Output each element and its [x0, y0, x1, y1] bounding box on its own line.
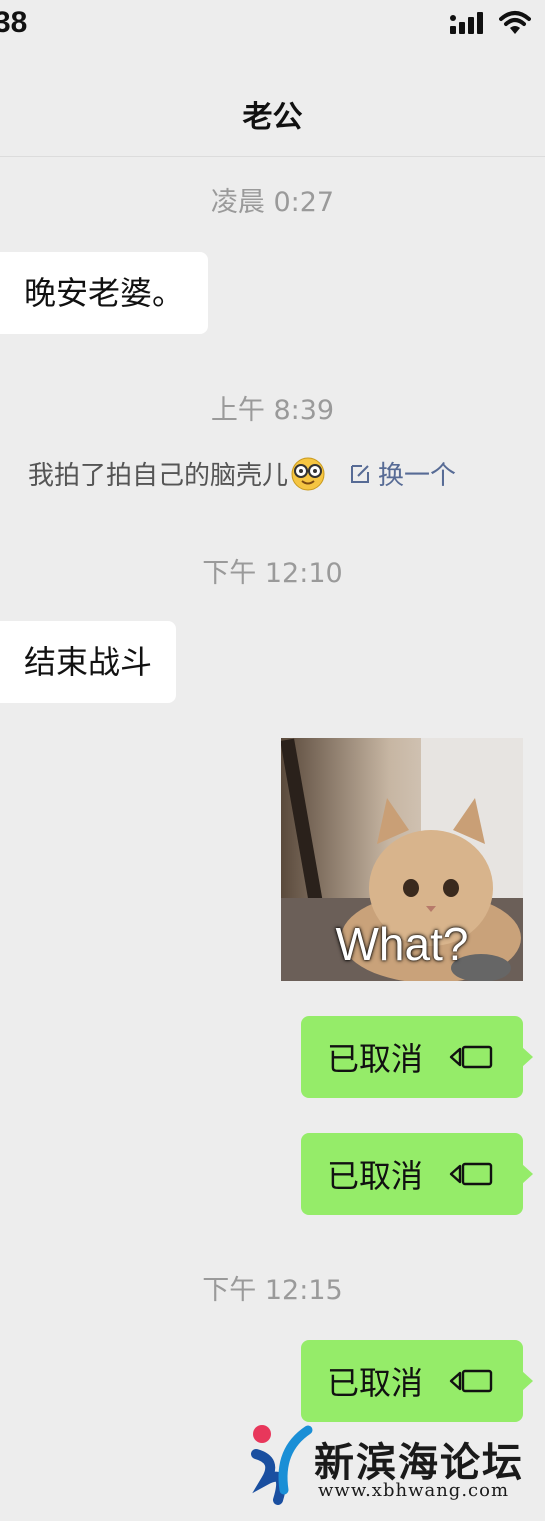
status-bar: 38 — [0, 0, 545, 56]
wifi-icon — [499, 11, 531, 34]
system-pat-text: 我拍了拍自己的脑壳儿 — [28, 461, 289, 491]
timestamp: 凌晨 0:27 — [210, 187, 335, 218]
signal-icon — [450, 12, 483, 34]
timestamp: 下午 12:10 — [202, 558, 343, 589]
chat-header: 老公 — [0, 56, 545, 157]
call-status-label: 已取消 — [327, 1364, 424, 1402]
edit-icon — [351, 464, 370, 483]
status-time: 38 — [0, 6, 28, 39]
nerd-face-emoji-icon — [291, 457, 325, 490]
cat-sticker[interactable]: What? — [281, 738, 523, 981]
system-pat-message: 我拍了拍自己的脑壳儿 换一个 — [28, 455, 456, 492]
call-status-label: 已取消 — [327, 1157, 424, 1195]
site-watermark: 新滨海论坛 www.xbhwang.com — [248, 1420, 545, 1510]
incoming-message[interactable]: 晚安老婆。 — [0, 252, 209, 334]
watermark-url: www.xbhwang.com — [318, 1480, 510, 1501]
timestamp: 下午 12:15 — [202, 1275, 343, 1306]
watermark-logo-icon — [251, 1425, 313, 1505]
change-pat-label: 换一个 — [378, 461, 457, 491]
video-call-icon — [449, 1368, 495, 1394]
change-pat-link[interactable]: 换一个 — [348, 455, 456, 492]
timestamp: 上午 8:39 — [210, 395, 335, 426]
cancelled-call-message[interactable]: 已取消 — [301, 1016, 533, 1098]
video-call-icon — [449, 1044, 495, 1070]
cancelled-call-message[interactable]: 已取消 — [301, 1133, 533, 1215]
status-icons — [449, 10, 531, 36]
contact-name[interactable]: 老公 — [0, 92, 545, 136]
chat-screen: 38 老公 凌晨 0:27 晚安老婆。 上午 8:39 我拍了拍自己的脑壳儿 换… — [0, 0, 545, 1521]
incoming-message[interactable]: 结束战斗 — [0, 621, 177, 703]
video-call-icon — [449, 1161, 495, 1187]
call-status-label: 已取消 — [327, 1040, 424, 1078]
cancelled-call-message[interactable]: 已取消 — [301, 1340, 533, 1422]
sticker-caption: What? — [335, 918, 469, 970]
